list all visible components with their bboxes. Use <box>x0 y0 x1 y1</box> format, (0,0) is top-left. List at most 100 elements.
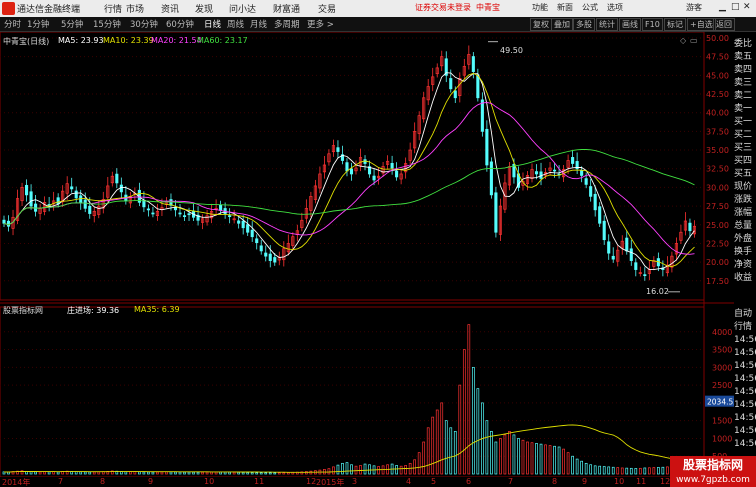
mark-button[interactable]: 标记 <box>664 18 686 31</box>
candle-body <box>534 171 539 175</box>
menu-discover[interactable]: 发现 <box>195 2 213 15</box>
volume-bar <box>255 472 259 475</box>
multi-stock-button[interactable]: 多股 <box>573 18 595 31</box>
indicator-name: 股票指标网 <box>3 306 43 315</box>
date-tick: 12 <box>660 477 671 486</box>
settings-icon[interactable]: ◇ <box>680 36 686 45</box>
user-guest[interactable]: 游客 <box>686 2 702 13</box>
period-monthly[interactable]: 月线 <box>250 18 267 30</box>
menu-function[interactable]: 功能 <box>532 2 548 13</box>
volume-bar <box>142 471 146 475</box>
tick-time[interactable]: 行情 <box>734 321 756 334</box>
maximize-icon[interactable]: □ <box>731 2 740 12</box>
watermark-logo: 股票指标网 <box>670 456 756 475</box>
f10-button[interactable]: F10 <box>642 18 663 31</box>
candle-body <box>625 237 629 252</box>
volume-bar <box>327 468 331 475</box>
add-watchlist-button[interactable]: +自选 <box>687 18 716 31</box>
volume-bar <box>652 467 656 475</box>
volume-bar <box>354 465 358 475</box>
period-multi[interactable]: 多周期 <box>274 18 300 30</box>
menu-formula[interactable]: 公式 <box>582 2 598 13</box>
period-toolbar: 分时 1分钟 5分钟 15分钟 30分钟 60分钟 日线 周线 月线 多周期 更… <box>0 17 756 32</box>
volume-bar <box>503 434 507 475</box>
tick-time: 14:56 <box>734 413 756 423</box>
candle-body <box>611 255 615 260</box>
stats-button[interactable]: 统计 <box>596 18 618 31</box>
candle-body <box>250 229 254 238</box>
volume-bar <box>259 472 263 475</box>
close-icon[interactable]: ✕ <box>743 2 751 12</box>
overlay-button[interactable]: 叠加 <box>551 18 573 31</box>
tick-time[interactable]: 自动 <box>734 308 756 321</box>
volume-bar <box>29 471 33 475</box>
candle-body <box>115 173 119 184</box>
tick-time: 14:56 <box>734 387 756 397</box>
date-tick: 3 <box>352 477 358 486</box>
period-1min[interactable]: 1分钟 <box>27 18 49 30</box>
period-tick[interactable]: 分时 <box>4 18 21 30</box>
menu-market[interactable]: 行情 <box>104 2 122 15</box>
date-tick: 10 <box>614 477 625 486</box>
menu-ask[interactable]: 问小达 <box>229 2 256 15</box>
quote-field-label: 买二 <box>734 130 753 140</box>
quote-field-label: 买三 <box>734 143 753 153</box>
kline-chart[interactable]: 50.00 47.50 45.00 42.50 40.00 37.50 35.00 32.50… <box>0 32 734 477</box>
period-15min[interactable]: 15分钟 <box>93 18 121 30</box>
candle-body <box>471 56 475 72</box>
menu-options[interactable]: 选项 <box>607 2 623 13</box>
volume-bar <box>336 464 340 475</box>
volume-ma-line <box>3 424 686 473</box>
quote-field-label: 总量 <box>734 221 753 231</box>
minimize-icon[interactable]: ▁ <box>719 2 726 12</box>
candle-body <box>489 161 493 196</box>
ma10-line <box>3 72 695 267</box>
volume-bar <box>223 471 227 475</box>
volume-bar <box>647 467 651 475</box>
menu-wealth[interactable]: 财富通 <box>273 2 300 15</box>
menu-news[interactable]: 资讯 <box>161 2 179 15</box>
period-30min[interactable]: 30分钟 <box>130 18 158 30</box>
volume-panel-frame <box>0 306 705 477</box>
quote-field-label: 买四 <box>734 156 753 166</box>
low-price-label: 16.02 <box>646 287 669 296</box>
volume-bar <box>598 465 602 475</box>
candle-body <box>395 170 399 178</box>
volume-bar <box>79 471 83 475</box>
candle-body <box>74 190 78 199</box>
return-button[interactable]: 返回 <box>713 18 735 31</box>
ma60-label: MA60: 23.17 <box>197 36 248 45</box>
date-tick: 4 <box>406 477 412 486</box>
menu-trade[interactable]: 交易 <box>318 2 336 15</box>
candle-body <box>259 245 263 252</box>
volume-bar <box>562 448 565 475</box>
menu-new-page[interactable]: 新面 <box>557 2 573 13</box>
volume-bar <box>92 471 96 475</box>
volume-bar <box>453 430 457 475</box>
quote-field-label: 净资 <box>734 260 753 270</box>
tick-time: 14:56 <box>734 361 756 371</box>
high-price-label: 49.50 <box>500 46 523 55</box>
volume-bar <box>643 467 647 475</box>
period-60min[interactable]: 60分钟 <box>166 18 194 30</box>
volume-bar <box>187 471 191 475</box>
draw-button[interactable]: 画线 <box>619 18 641 31</box>
price-tick-label: 32.50 <box>706 165 729 174</box>
adjust-button[interactable]: 复权 <box>530 18 552 31</box>
volume-bar <box>657 467 660 475</box>
period-weekly[interactable]: 周线 <box>227 18 244 30</box>
price-tick-label: 25.00 <box>706 221 729 230</box>
volume-bar <box>435 409 439 475</box>
volume-tick-label: 4000 <box>712 328 732 337</box>
tick-sidebar: 自动行情14:5614:5614:5614:5614:5614:5614:561… <box>734 308 756 451</box>
period-more[interactable]: 更多 > <box>307 18 334 30</box>
collapse-icon[interactable]: ▭ <box>690 36 698 45</box>
login-warning[interactable]: 证券交易未登录 <box>415 2 471 13</box>
period-5min[interactable]: 5分钟 <box>61 18 83 30</box>
volume-tick-label: 1000 <box>712 434 732 443</box>
candle-body <box>70 186 74 190</box>
menu-markets[interactable]: 市场 <box>126 2 144 15</box>
period-daily[interactable]: 日线 <box>204 18 221 30</box>
volume-bar <box>467 324 471 475</box>
price-tick-label: 47.50 <box>706 53 729 62</box>
